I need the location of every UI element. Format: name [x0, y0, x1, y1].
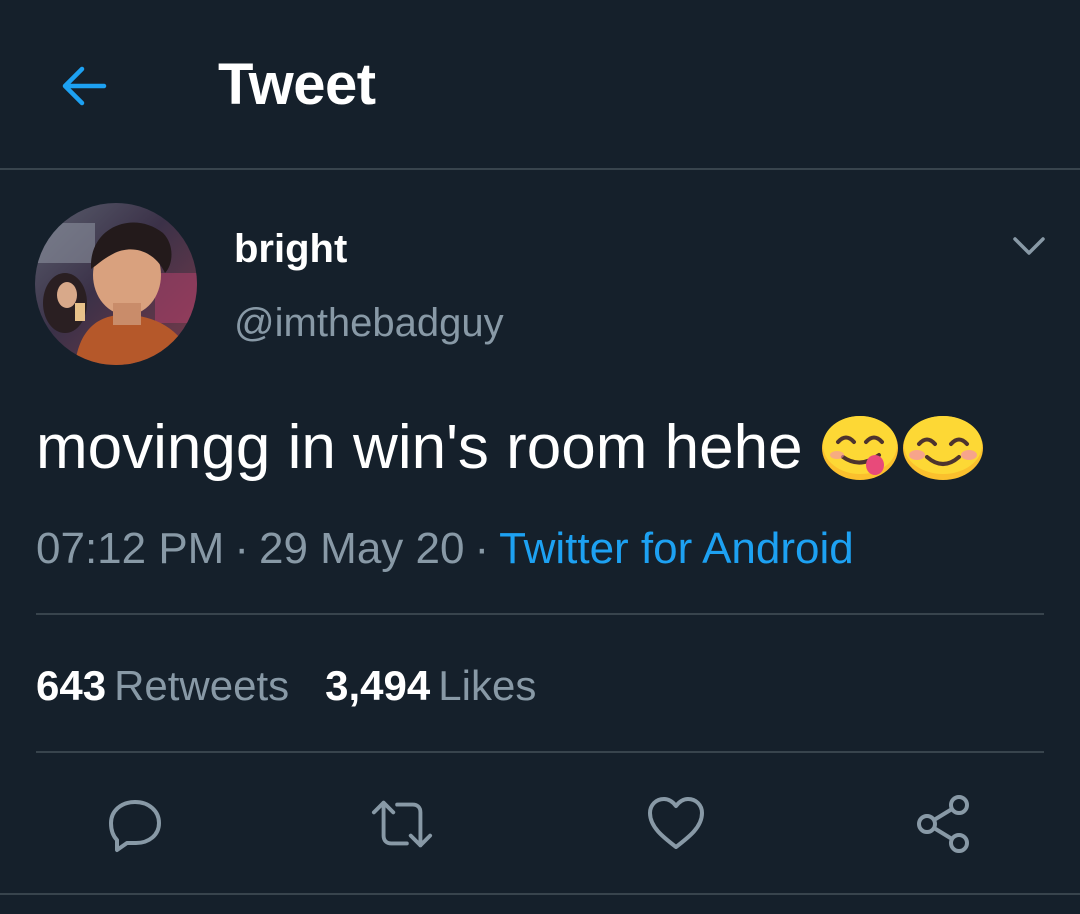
- tweet-text-body: movingg in win's room hehe: [36, 413, 803, 482]
- share-button[interactable]: [912, 792, 976, 856]
- retweets-count: 643: [36, 662, 107, 709]
- back-button[interactable]: [50, 52, 118, 120]
- retweet-icon: [371, 800, 433, 848]
- retweets-label: Retweets: [114, 662, 290, 709]
- chevron-down-icon: [1013, 237, 1045, 255]
- retweets-stat[interactable]: 643 Retweets: [36, 662, 289, 709]
- tweet-text: movingg in win's room hehe: [36, 410, 985, 486]
- bottom-divider: [0, 893, 1080, 895]
- avatar-image: [35, 203, 197, 365]
- tweet-source-link[interactable]: Twitter for Android: [499, 524, 854, 573]
- divider: [36, 751, 1044, 753]
- arrow-left-icon: [62, 66, 107, 106]
- reply-button[interactable]: [103, 792, 167, 856]
- meta-separator: ·: [234, 524, 249, 573]
- tweet-time: 07:12 PM: [36, 524, 225, 573]
- page-title: Tweet: [218, 52, 376, 117]
- smiling-face-with-smiling-eyes-emoji: [902, 416, 983, 480]
- divider: [36, 613, 1044, 615]
- author-handle[interactable]: @imthebadguy: [234, 300, 504, 346]
- likes-count: 3,494: [325, 662, 431, 709]
- author-display-name[interactable]: bright: [234, 226, 347, 272]
- tweet-options-button[interactable]: [1004, 226, 1054, 266]
- tweet-date: 29 May 20: [259, 524, 465, 573]
- app-header: Tweet: [0, 0, 1080, 170]
- tweet-stats: 643 Retweets 3,494 Likes: [36, 660, 536, 712]
- share-icon: [917, 795, 969, 853]
- heart-icon: [648, 797, 704, 849]
- like-button[interactable]: [644, 792, 708, 856]
- retweet-button[interactable]: [370, 792, 434, 856]
- avatar[interactable]: [35, 203, 197, 365]
- likes-stat[interactable]: 3,494 Likes: [325, 662, 536, 709]
- likes-label: Likes: [438, 662, 537, 709]
- face-savoring-food-emoji: [821, 416, 898, 480]
- tweet-meta: 07:12 PM · 29 May 20 · Twitter for Android: [36, 522, 854, 576]
- meta-separator: ·: [474, 524, 490, 573]
- reply-icon: [109, 800, 161, 852]
